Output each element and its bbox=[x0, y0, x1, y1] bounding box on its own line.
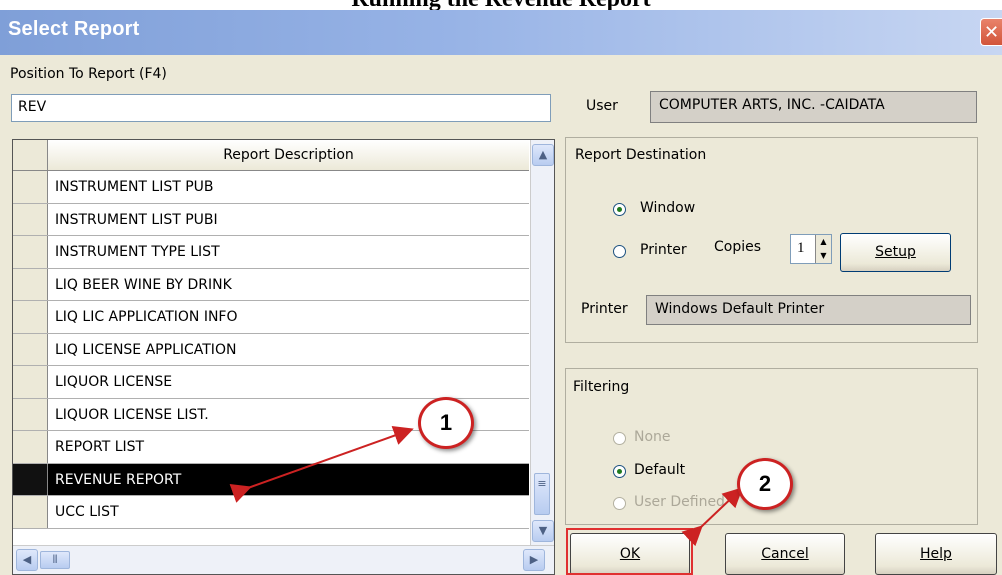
dialog-title: Select Report bbox=[8, 18, 140, 40]
filtering-label: Filtering bbox=[573, 379, 630, 395]
position-to-report-input[interactable]: REV bbox=[11, 94, 551, 122]
table-row[interactable]: INSTRUMENT TYPE LIST bbox=[13, 236, 529, 269]
report-grid[interactable]: Report Description INSTRUMENT LIST PUB I… bbox=[12, 139, 555, 575]
vertical-scroll-thumb[interactable]: ≡ bbox=[534, 473, 550, 515]
printer-field-value: Windows Default Printer bbox=[655, 301, 825, 317]
position-to-report-value: REV bbox=[18, 99, 47, 115]
row-selector[interactable] bbox=[13, 333, 48, 365]
user-defined-radio-label: User Defined bbox=[634, 494, 725, 510]
table-row[interactable]: LIQ LICENSE APPLICATION bbox=[13, 333, 529, 366]
grid-corner bbox=[13, 140, 48, 170]
default-radio[interactable] bbox=[613, 465, 626, 478]
spin-up-button[interactable]: ▲ bbox=[815, 235, 831, 249]
help-button-label: Help bbox=[920, 546, 952, 562]
report-description-cell: LIQUOR LICENSE bbox=[55, 374, 173, 390]
none-radio-label: None bbox=[634, 429, 671, 445]
vertical-scrollbar[interactable]: ▲ ≡ ▼ bbox=[530, 140, 554, 545]
row-selector[interactable] bbox=[13, 496, 48, 528]
close-icon: ✕ bbox=[983, 22, 1000, 43]
scroll-left-icon: ◀ bbox=[22, 553, 32, 566]
row-selector[interactable] bbox=[13, 203, 48, 235]
select-report-dialog: Select Report ✕ Position To Report (F4) … bbox=[0, 10, 1002, 575]
row-selector[interactable] bbox=[13, 171, 48, 203]
help-button[interactable]: Help bbox=[875, 533, 997, 575]
copies-value: 1 bbox=[797, 240, 805, 256]
row-selector[interactable] bbox=[13, 268, 48, 300]
row-selector[interactable] bbox=[13, 431, 48, 463]
printer-field-label: Printer bbox=[581, 301, 628, 317]
setup-button-label: Setup bbox=[875, 244, 916, 260]
report-description-cell: LIQ LICENSE APPLICATION bbox=[55, 341, 237, 358]
column-header-report-description[interactable]: Report Description bbox=[48, 140, 529, 170]
report-description-cell: REVENUE REPORT bbox=[55, 471, 182, 488]
table-row[interactable]: INSTRUMENT LIST PUB bbox=[13, 171, 529, 204]
callout-2: 2 bbox=[737, 458, 793, 510]
scroll-down-icon: ▼ bbox=[538, 524, 548, 537]
printer-radio-label: Printer bbox=[640, 242, 687, 258]
none-radio[interactable] bbox=[613, 432, 626, 445]
horizontal-scrollbar[interactable]: ◀ ⦀ ▶ bbox=[13, 545, 554, 574]
report-description-cell: UCC LIST bbox=[55, 504, 119, 520]
scroll-up-icon: ▲ bbox=[538, 148, 548, 161]
user-label: User bbox=[586, 98, 618, 114]
printer-field: Windows Default Printer bbox=[646, 295, 971, 325]
cancel-button[interactable]: Cancel bbox=[725, 533, 845, 575]
table-row-selected[interactable]: REVENUE REPORT bbox=[13, 463, 529, 496]
report-description-cell: INSTRUMENT TYPE LIST bbox=[55, 244, 220, 260]
user-defined-radio[interactable] bbox=[613, 497, 626, 510]
row-selector[interactable] bbox=[13, 366, 48, 398]
row-selector[interactable] bbox=[13, 236, 48, 268]
ok-highlight-box bbox=[566, 528, 693, 575]
report-destination-group: Report Destination Window Printer Copies… bbox=[565, 137, 978, 343]
table-row[interactable]: LIQ BEER WINE BY DRINK bbox=[13, 268, 529, 301]
grip-icon: ≡ bbox=[537, 477, 547, 490]
user-value: COMPUTER ARTS, INC. -CAIDATA bbox=[659, 97, 885, 113]
default-radio-label: Default bbox=[634, 462, 686, 478]
scroll-right-button[interactable]: ▶ bbox=[523, 549, 545, 571]
report-description-cell: INSTRUMENT LIST PUB bbox=[55, 179, 214, 195]
grid-rows: INSTRUMENT LIST PUB INSTRUMENT LIST PUBI… bbox=[13, 171, 529, 529]
report-description-cell: REPORT LIST bbox=[55, 439, 145, 455]
report-description-cell: LIQUOR LICENSE LIST. bbox=[55, 406, 209, 423]
row-selector[interactable] bbox=[13, 463, 48, 495]
scroll-up-button[interactable]: ▲ bbox=[532, 144, 554, 166]
table-row[interactable]: LIQ LIC APPLICATION INFO bbox=[13, 301, 529, 334]
table-row[interactable]: UCC LIST bbox=[13, 496, 529, 529]
callout-1: 1 bbox=[418, 397, 474, 449]
window-radio-label: Window bbox=[640, 200, 696, 216]
table-row[interactable]: LIQUOR LICENSE bbox=[13, 366, 529, 399]
setup-button[interactable]: Setup bbox=[840, 233, 951, 272]
row-selector[interactable] bbox=[13, 398, 48, 430]
report-description-cell: INSTRUMENT LIST PUBI bbox=[55, 211, 218, 228]
position-to-report-label: Position To Report (F4) bbox=[10, 66, 167, 82]
row-selector[interactable] bbox=[13, 301, 48, 333]
document-title: Running the Revenue Report bbox=[0, 0, 1002, 11]
report-description-cell: LIQ BEER WINE BY DRINK bbox=[55, 276, 232, 293]
grip-icon: ⦀ bbox=[52, 553, 58, 566]
close-button[interactable]: ✕ bbox=[980, 18, 1002, 46]
spin-down-button[interactable]: ▼ bbox=[815, 249, 831, 263]
spin-up-icon: ▲ bbox=[820, 237, 827, 246]
report-description-cell: LIQ LIC APPLICATION INFO bbox=[55, 309, 238, 325]
window-radio[interactable] bbox=[613, 203, 626, 216]
table-row[interactable]: INSTRUMENT LIST PUBI bbox=[13, 203, 529, 236]
report-destination-label: Report Destination bbox=[575, 147, 707, 163]
dialog-titlebar: Select Report ✕ bbox=[0, 10, 1002, 55]
grid-header: Report Description bbox=[13, 140, 529, 171]
copies-spinner[interactable]: 1 ▲ ▼ bbox=[790, 234, 832, 264]
scroll-left-button[interactable]: ◀ bbox=[16, 549, 38, 571]
scroll-down-button[interactable]: ▼ bbox=[532, 520, 554, 542]
user-field: COMPUTER ARTS, INC. -CAIDATA bbox=[650, 91, 977, 123]
cancel-button-label: Cancel bbox=[761, 546, 809, 562]
spin-down-icon: ▼ bbox=[820, 251, 827, 260]
printer-radio[interactable] bbox=[613, 245, 626, 258]
horizontal-scroll-thumb[interactable]: ⦀ bbox=[40, 551, 70, 569]
scroll-right-icon: ▶ bbox=[529, 553, 539, 566]
copies-label: Copies bbox=[714, 239, 762, 255]
